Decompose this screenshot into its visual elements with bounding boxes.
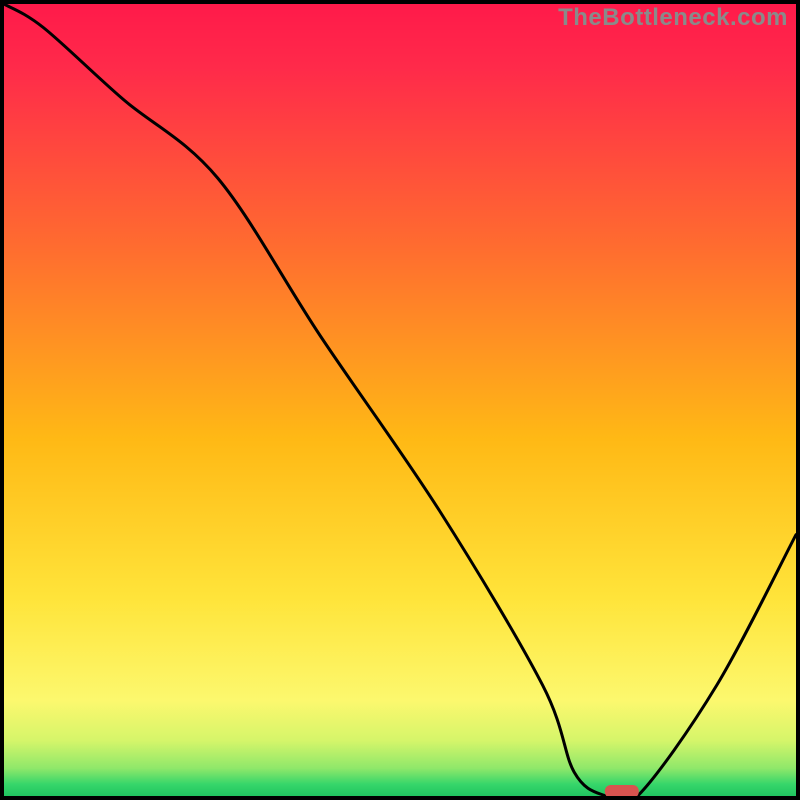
watermark-label: TheBottleneck.com — [558, 4, 788, 32]
gradient-background — [4, 4, 796, 796]
chart-frame: TheBottleneck.com — [0, 0, 800, 800]
optimal-marker — [605, 785, 639, 796]
chart-svg — [4, 4, 796, 796]
